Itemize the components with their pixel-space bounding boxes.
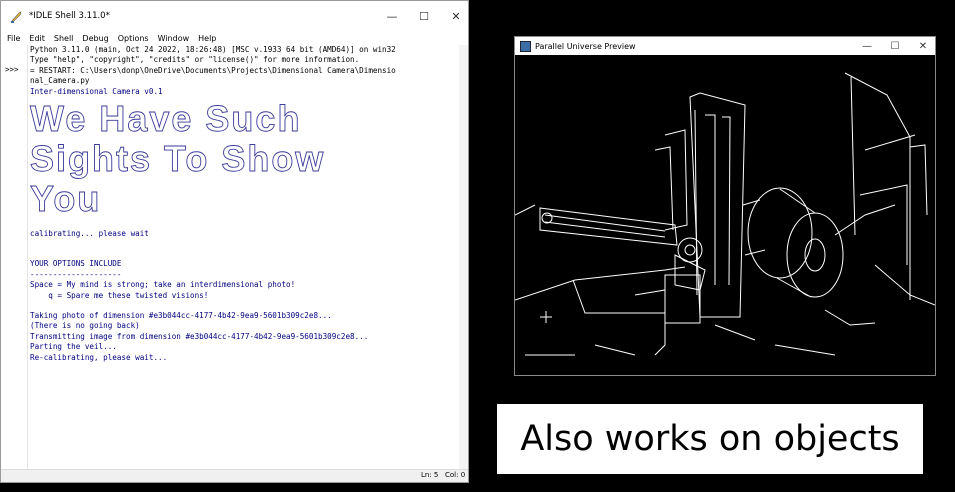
calibrating-text: calibrating... please wait <box>30 229 149 239</box>
log-line: Taking photo of dimension #e3b044cc-4177… <box>30 311 332 321</box>
idle-shell-window: *IDLE Shell 3.11.0* — ☐ ✕ File Edit Shel… <box>0 0 469 483</box>
status-bar: Ln: 5 Col: 0 <box>1 469 468 482</box>
minimize-icon[interactable]: — <box>377 1 407 31</box>
log-line: Parting the veil... <box>30 342 117 352</box>
options-rule: -------------------- <box>30 269 122 279</box>
menu-debug[interactable]: Debug <box>82 34 108 43</box>
menu-file[interactable]: File <box>7 34 20 43</box>
log-line: Transmitting image from dimension #e3b04… <box>30 331 369 341</box>
startup-line: Type "help", "copyright", "credits" or "… <box>30 55 360 65</box>
status-column: Col: 0 <box>445 471 466 479</box>
menu-window[interactable]: Window <box>158 34 190 43</box>
option-q: q = Spare me these twisted visions! <box>30 290 209 300</box>
caption-box: Also works on objects <box>497 404 923 474</box>
log-line: (There is no going back) <box>30 321 140 331</box>
edge-detected-preview-image <box>514 55 936 375</box>
status-line: Ln: 5 <box>421 471 439 479</box>
restart-line: = RESTART: C:\Users\donp\OneDrive\Docume… <box>30 65 396 75</box>
ascii-art-line: Sights To Show <box>30 138 326 180</box>
shell-prompt: >>> <box>5 65 19 74</box>
options-title: YOUR OPTIONS INCLUDE <box>30 259 122 269</box>
close-icon[interactable]: ✕ <box>441 1 471 31</box>
minimize-icon[interactable]: — <box>853 37 881 55</box>
close-icon[interactable]: ✕ <box>909 37 937 55</box>
idle-title-bar[interactable]: *IDLE Shell 3.11.0* — ☐ ✕ <box>1 1 468 31</box>
option-space: Space = My mind is strong; take an inter… <box>30 280 296 290</box>
restart-line: nal_Camera.py <box>30 76 90 86</box>
preview-title-bar[interactable]: Parallel Universe Preview — ☐ ✕ <box>515 37 935 55</box>
python-feather-icon <box>9 9 23 23</box>
startup-line: Python 3.11.0 (main, Oct 24 2022, 18:26:… <box>30 45 396 54</box>
idle-window-title: *IDLE Shell 3.11.0* <box>29 11 110 21</box>
menu-shell[interactable]: Shell <box>54 34 74 43</box>
prompt-gutter: >>> <box>1 45 25 470</box>
log-line: Re-calibrating, please wait... <box>30 352 168 362</box>
menu-options[interactable]: Options <box>118 34 149 43</box>
vertical-scrollbar[interactable] <box>459 45 468 470</box>
ascii-art-line: We Have Such <box>30 98 302 140</box>
program-header: Inter-dimensional Camera v0.1 <box>30 86 163 96</box>
maximize-icon[interactable]: ☐ <box>881 37 909 55</box>
preview-window-title: Parallel Universe Preview <box>535 41 636 51</box>
shell-output[interactable]: Python 3.11.0 (main, Oct 24 2022, 18:26:… <box>27 45 458 470</box>
window-icon <box>520 40 531 52</box>
menu-bar: File Edit Shell Debug Options Window Hel… <box>1 31 468 45</box>
menu-edit[interactable]: Edit <box>29 34 45 43</box>
ascii-art-line: You <box>30 178 102 220</box>
maximize-icon[interactable]: ☐ <box>409 1 439 31</box>
menu-help[interactable]: Help <box>198 34 216 43</box>
preview-window: Parallel Universe Preview — ☐ ✕ <box>514 36 936 376</box>
